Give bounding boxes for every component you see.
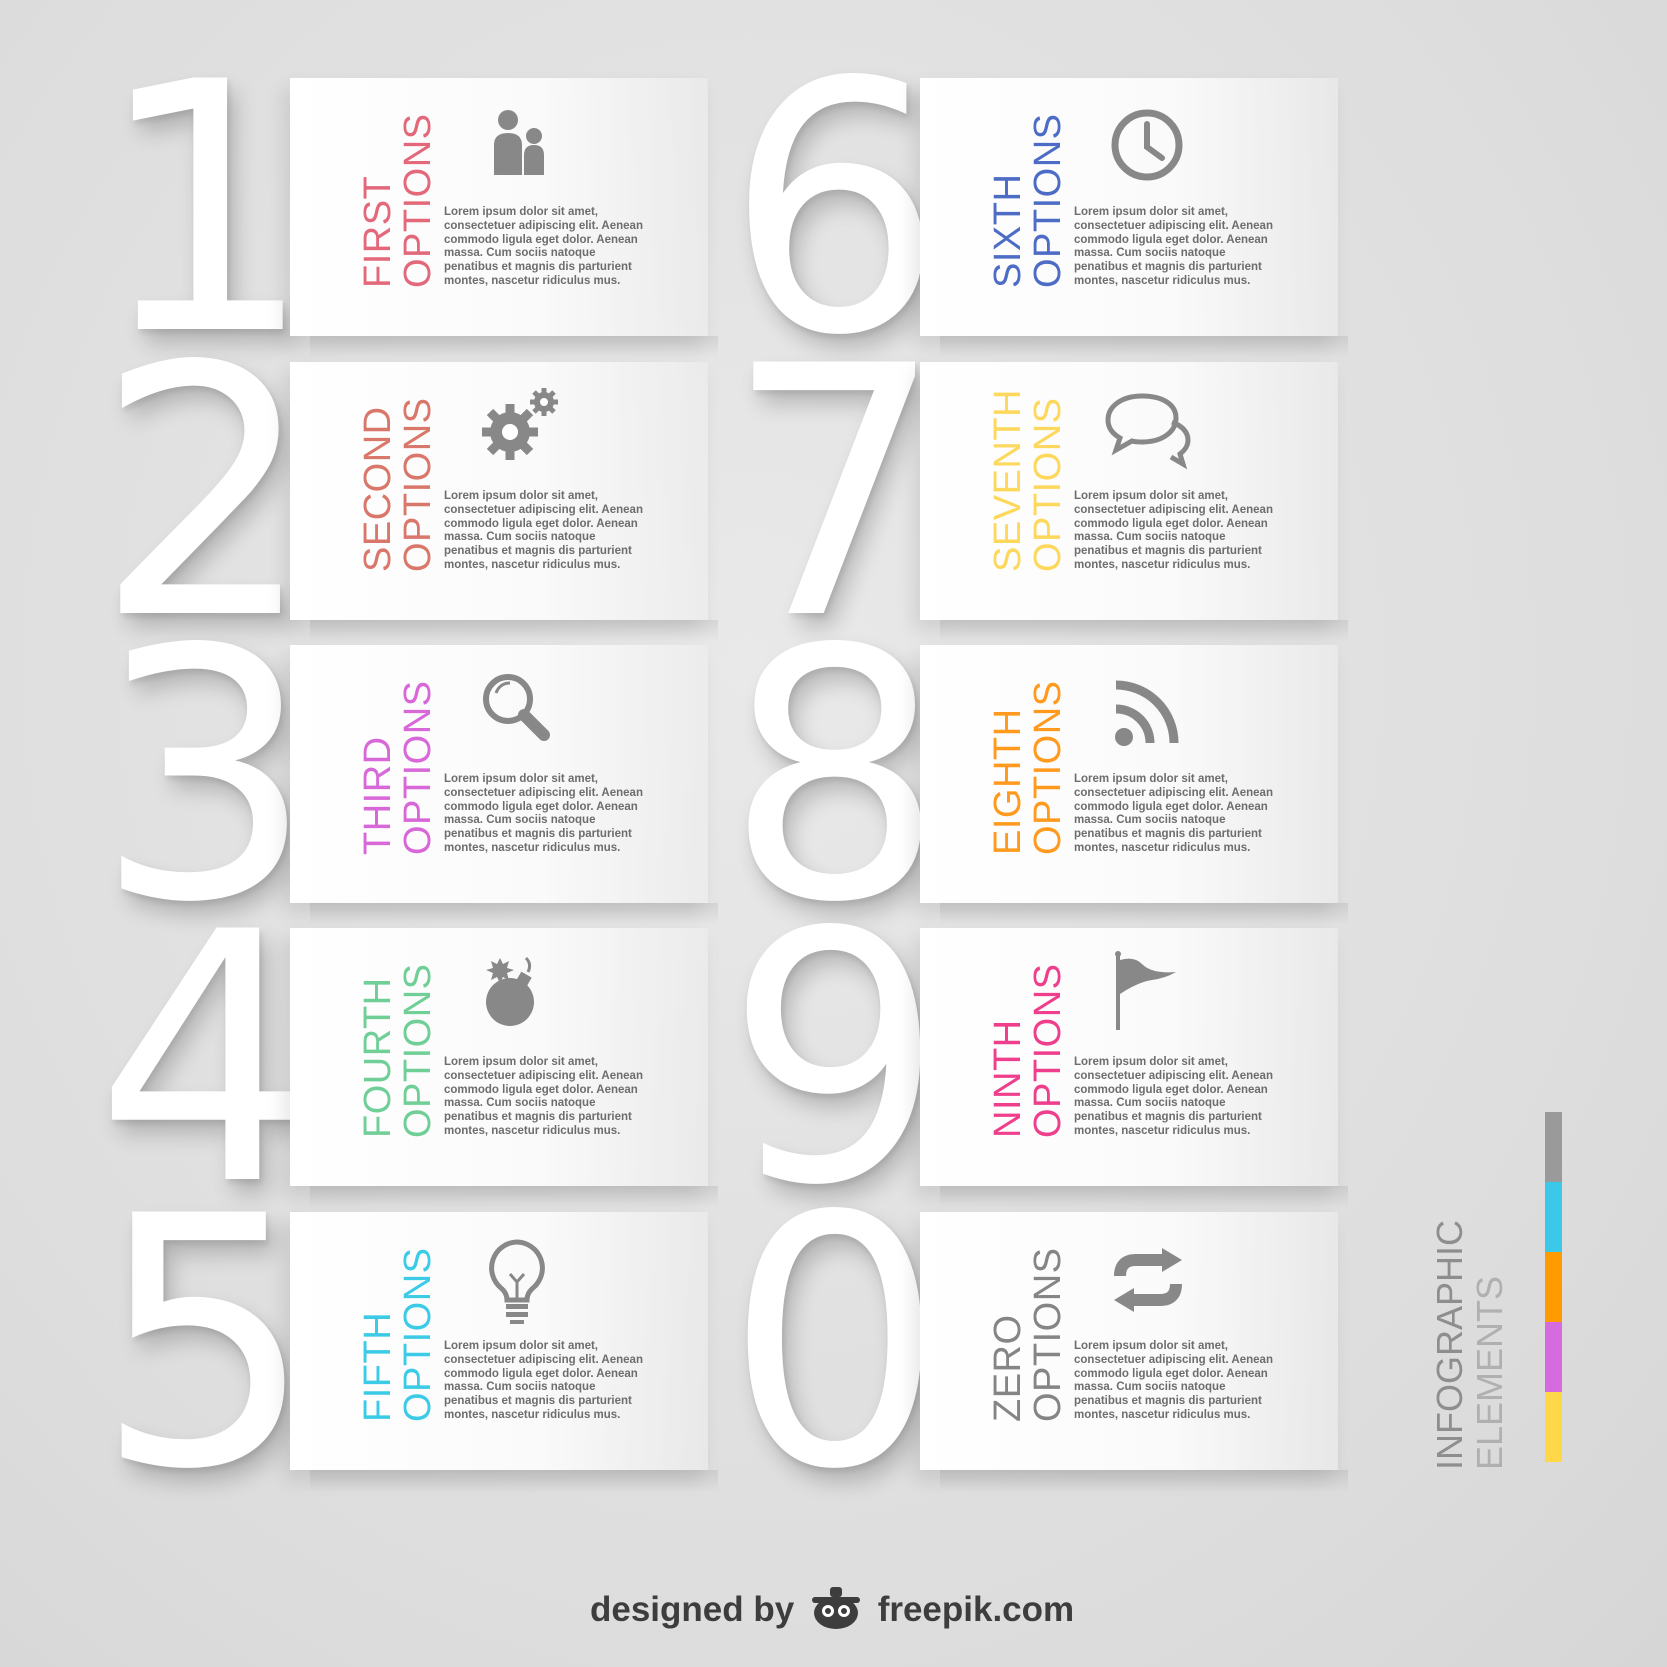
search-icon [483, 674, 550, 741]
option-title-line1: SEVENTH [987, 389, 1029, 572]
option-digit-0: 0 [725, 1144, 945, 1545]
credit-brand: freepik.com [877, 1590, 1075, 1629]
option-body-text: Lorem ipsum dolor sit amet, consectetuer… [444, 490, 643, 571]
option-title-line1: FOURTH [357, 977, 399, 1138]
lightbulb-icon [489, 1239, 545, 1324]
color-bar-segment [1545, 1182, 1562, 1252]
infographic-canvas: 1 FIRST OPTIONS Lorem ipsum dolor sit amet,… [0, 0, 1667, 1667]
bomb-icon [486, 956, 534, 1026]
rss-icon [1115, 680, 1179, 746]
option-title-line1: SIXTH [987, 173, 1029, 288]
option-body-text: Lorem ipsum dolor sit amet, consectetuer… [1074, 206, 1273, 287]
option-body-text: Lorem ipsum dolor sit amet, consectetuer… [1074, 1056, 1273, 1137]
color-bar-segment [1545, 1322, 1562, 1392]
option-body-text: Lorem ipsum dolor sit amet, consectetuer… [444, 1056, 643, 1137]
option-title-line2: OPTIONS [397, 1247, 439, 1422]
option-title-line1: SECOND [357, 406, 399, 572]
option-title-line2: OPTIONS [1027, 680, 1069, 855]
option-title-line1: FIRST [357, 175, 399, 288]
color-bar-segment [1545, 1112, 1562, 1182]
option-title-line2: OPTIONS [397, 963, 439, 1138]
option-title-line2: OPTIONS [1027, 397, 1069, 572]
option-body-text: Lorem ipsum dolor sit amet, consectetuer… [1074, 773, 1273, 854]
option-card-2: SECOND OPTIONS Lorem ipsum dolor sit amet,… [290, 362, 718, 642]
color-bar-segment [1545, 1252, 1562, 1322]
option-body-text: Lorem ipsum dolor sit amet, consectetuer… [1074, 1340, 1273, 1421]
option-card-1: FIRST OPTIONS Lorem ipsum dolor sit amet, … [290, 78, 718, 358]
chat-icon [1105, 393, 1191, 470]
color-bar-segment [1545, 1392, 1562, 1462]
option-body-text: Lorem ipsum dolor sit amet, consectetuer… [444, 1340, 643, 1421]
option-title: THIRD OPTIONS [357, 680, 439, 855]
option-title-line1: NINTH [987, 1019, 1029, 1138]
option-card-6: SIXTH OPTIONS Lorem ipsum dolor sit amet, … [920, 78, 1348, 358]
option-title: FIRST OPTIONS [357, 113, 439, 288]
option-body-text: Lorem ipsum dolor sit amet, consectetuer… [444, 773, 643, 854]
flag-icon [1115, 951, 1176, 1030]
option-title: SIXTH OPTIONS [987, 113, 1069, 288]
option-card-5: FIFTH OPTIONS Lorem ipsum dolor sit amet, … [290, 1212, 718, 1492]
side-label-line1: INFOGRAPHIC [1429, 1219, 1470, 1470]
credit: designed by freepik.com [590, 1583, 1110, 1633]
option-title: SECOND OPTIONS [357, 397, 439, 572]
option-title-line1: EIGHTH [987, 708, 1029, 855]
option-title-line1: ZERO [987, 1314, 1029, 1422]
option-title: SEVENTH OPTIONS [987, 389, 1069, 572]
option-title: ZERO OPTIONS [987, 1247, 1069, 1422]
option-title: FOURTH OPTIONS [357, 963, 439, 1138]
option-title-line2: OPTIONS [1027, 113, 1069, 288]
option-title-line2: OPTIONS [1027, 1247, 1069, 1422]
option-title: EIGHTH OPTIONS [987, 680, 1069, 855]
option-body-text: Lorem ipsum dolor sit amet, consectetuer… [444, 206, 643, 287]
option-digit-5: 5 [95, 1144, 315, 1545]
refresh-icon [1114, 1248, 1182, 1312]
option-title-line1: FIFTH [357, 1311, 399, 1422]
option-card-8: EIGHTH OPTIONS Lorem ipsum dolor sit amet,… [920, 645, 1348, 925]
option-title-line1: THIRD [357, 736, 399, 855]
gears-icon [482, 388, 558, 460]
option-body-text: Lorem ipsum dolor sit amet, consectetuer… [1074, 490, 1273, 571]
option-title-line2: OPTIONS [397, 680, 439, 855]
option-title-line2: OPTIONS [397, 397, 439, 572]
freepik-logo-icon [811, 1587, 860, 1629]
option-title: FIFTH OPTIONS [357, 1247, 439, 1422]
credit-prefix: designed by [590, 1590, 795, 1629]
option-title: NINTH OPTIONS [987, 963, 1069, 1138]
side-label: INFOGRAPHIC ELEMENTS [1429, 1219, 1510, 1470]
side-label-line2: ELEMENTS [1469, 1275, 1510, 1470]
clock-icon [1111, 109, 1183, 181]
option-card-9: NINTH OPTIONS Lorem ipsum dolor sit amet, … [920, 928, 1348, 1208]
option-title-line2: OPTIONS [1027, 963, 1069, 1138]
option-card-3: THIRD OPTIONS Lorem ipsum dolor sit amet, … [290, 645, 718, 925]
option-card-7: SEVENTH OPTIONS Lorem ipsum dolor sit amet… [920, 362, 1348, 642]
users-icon [494, 110, 544, 175]
option-title-line2: OPTIONS [397, 113, 439, 288]
option-card-0: ZERO OPTIONS Lorem ipsum dolor sit amet, c… [920, 1212, 1348, 1492]
option-card-4: FOURTH OPTIONS Lorem ipsum dolor sit amet,… [290, 928, 718, 1208]
